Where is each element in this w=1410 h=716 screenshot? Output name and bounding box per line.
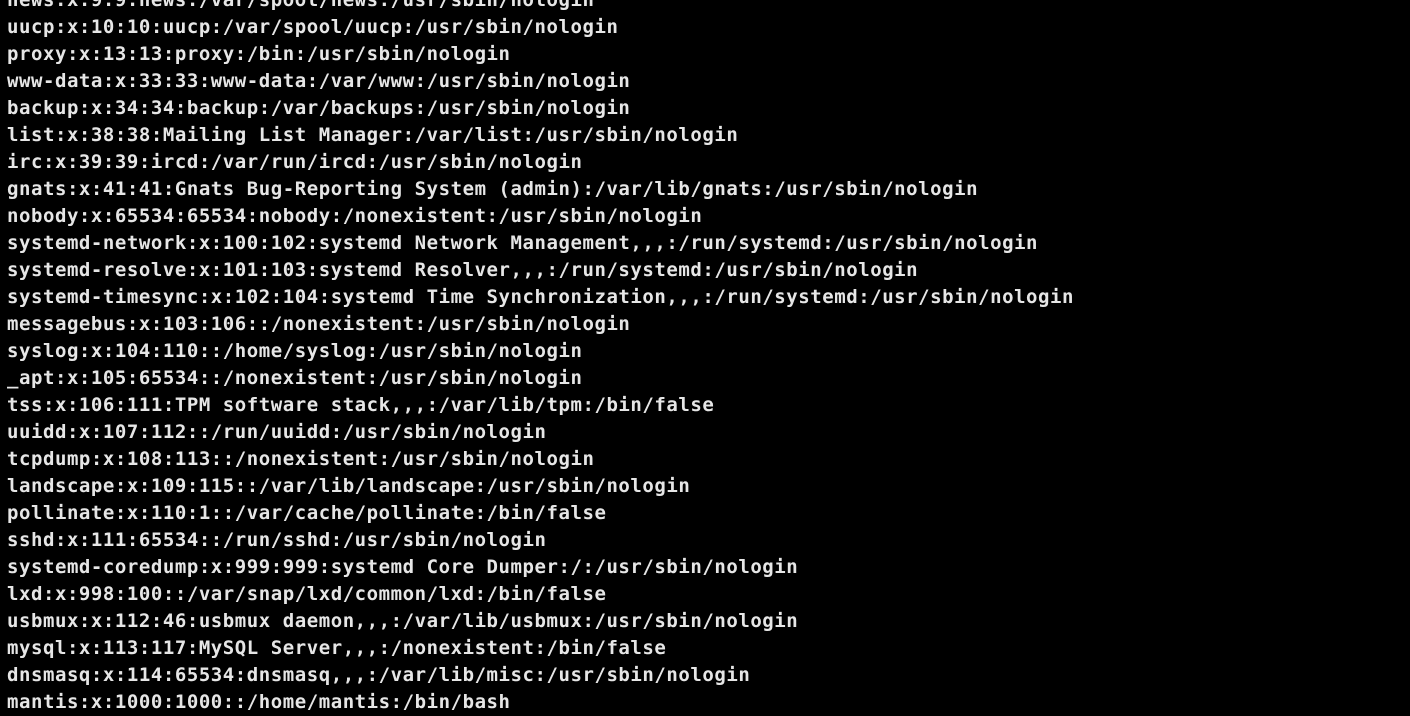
terminal-line: usbmux:x:112:46:usbmux daemon,,,:/var/li… [7,610,799,632]
terminal-line: mysql:x:113:117:MySQL Server,,,:/nonexis… [7,637,667,659]
terminal-window[interactable]: news:x:9:9:news:/var/spool/news:/usr/sbi… [0,0,1410,716]
terminal-line: www-data:x:33:33:www-data:/var/www:/usr/… [7,70,631,92]
terminal-line: sshd:x:111:65534::/run/sshd:/usr/sbin/no… [7,529,547,551]
terminal-line: backup:x:34:34:backup:/var/backups:/usr/… [7,97,631,119]
terminal-line: landscape:x:109:115::/var/lib/landscape:… [7,475,691,497]
terminal-line: proxy:x:13:13:proxy:/bin:/usr/sbin/nolog… [7,43,511,65]
terminal-line: nobody:x:65534:65534:nobody:/nonexistent… [7,205,703,227]
terminal-line: uuidd:x:107:112::/run/uuidd:/usr/sbin/no… [7,421,547,443]
terminal-line: irc:x:39:39:ircd:/var/run/ircd:/usr/sbin… [7,151,583,173]
terminal-line: news:x:9:9:news:/var/spool/news:/usr/sbi… [7,0,595,11]
terminal-line: lxd:x:998:100::/var/snap/lxd/common/lxd:… [7,583,607,605]
terminal-line: uucp:x:10:10:uucp:/var/spool/uucp:/usr/s… [7,16,619,38]
terminal-line: systemd-resolve:x:101:103:systemd Resolv… [7,259,919,281]
terminal-line: tcpdump:x:108:113::/nonexistent:/usr/sbi… [7,448,595,470]
terminal-line: pollinate:x:110:1::/var/cache/pollinate:… [7,502,607,524]
terminal-line: gnats:x:41:41:Gnats Bug-Reporting System… [7,178,979,200]
terminal-line: list:x:38:38:Mailing List Manager:/var/l… [7,124,739,146]
terminal-line: systemd-timesync:x:102:104:systemd Time … [7,286,1075,308]
terminal-line: _apt:x:105:65534::/nonexistent:/usr/sbin… [7,367,583,389]
terminal-line: mantis:x:1000:1000::/home/mantis:/bin/ba… [7,691,511,713]
terminal-line: messagebus:x:103:106::/nonexistent:/usr/… [7,313,631,335]
terminal-line: tss:x:106:111:TPM software stack,,,:/var… [7,394,715,416]
terminal-line: dnsmasq:x:114:65534:dnsmasq,,,:/var/lib/… [7,664,751,686]
terminal-line: systemd-coredump:x:999:999:systemd Core … [7,556,799,578]
terminal-output: news:x:9:9:news:/var/spool/news:/usr/sbi… [7,0,1074,716]
terminal-line: syslog:x:104:110::/home/syslog:/usr/sbin… [7,340,583,362]
terminal-line: systemd-network:x:100:102:systemd Networ… [7,232,1039,254]
